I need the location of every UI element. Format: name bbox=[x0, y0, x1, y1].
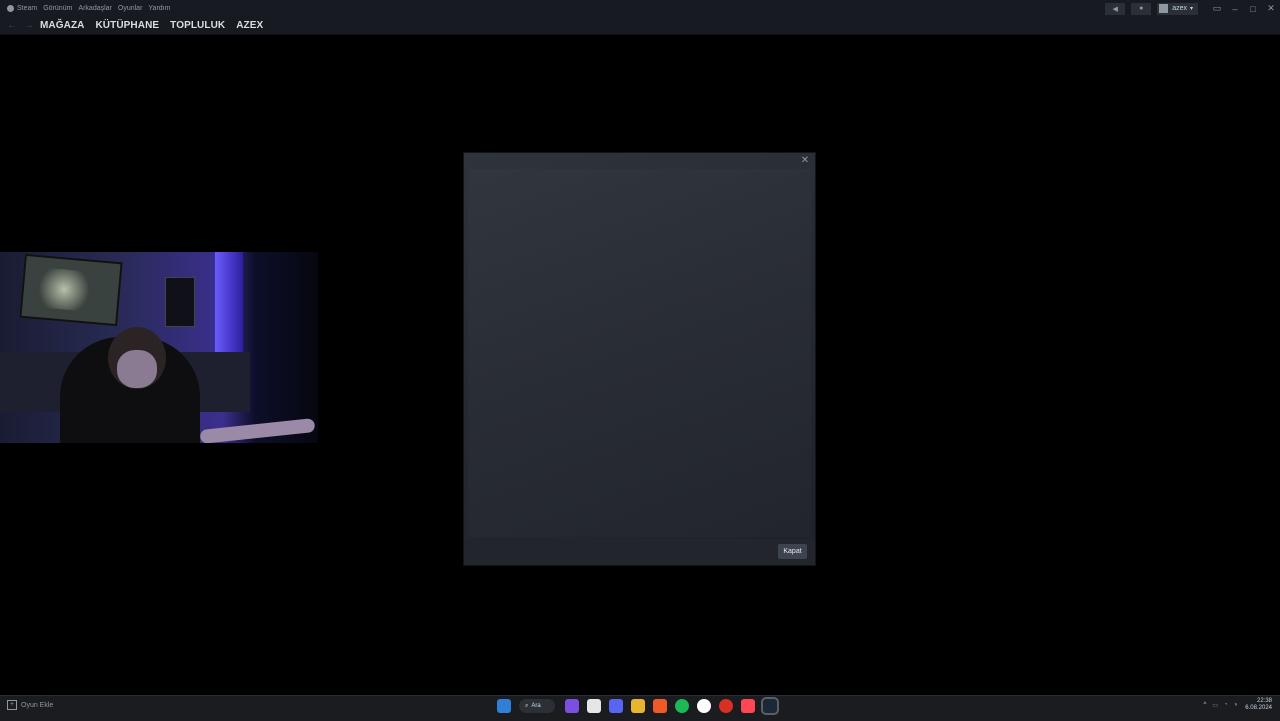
twitch-icon[interactable] bbox=[565, 699, 579, 713]
webcam-tv bbox=[19, 253, 123, 327]
maximize-icon[interactable]: □ bbox=[1244, 4, 1262, 14]
file-explorer-icon[interactable] bbox=[631, 699, 645, 713]
plus-icon: + bbox=[7, 700, 17, 710]
discord-icon[interactable] bbox=[609, 699, 623, 713]
chevron-up-icon[interactable]: ^ bbox=[1204, 702, 1207, 708]
announcements-button[interactable]: ◀ bbox=[1105, 2, 1126, 15]
search-label: Ara bbox=[531, 703, 541, 709]
steam-icon[interactable] bbox=[761, 697, 779, 715]
taskbar: ⌕ Ara bbox=[497, 697, 785, 715]
close-icon[interactable]: ✕ bbox=[799, 155, 811, 167]
arrow-left-icon[interactable]: ← bbox=[7, 20, 17, 31]
valorant-icon[interactable] bbox=[741, 699, 755, 713]
big-picture-icon[interactable]: ▭ bbox=[1208, 3, 1226, 14]
clock-time: 22:38 bbox=[1256, 698, 1272, 704]
menu-view[interactable]: Görünüm bbox=[43, 5, 72, 12]
megaphone-icon: ◀ bbox=[1112, 5, 1118, 13]
tab-community[interactable]: TOPLULUK bbox=[170, 20, 225, 31]
brave-icon[interactable] bbox=[653, 699, 667, 713]
steam-menu[interactable]: Steam bbox=[7, 5, 37, 12]
webcam-arm bbox=[199, 418, 316, 443]
dialog-content bbox=[468, 169, 811, 537]
menubar-right: ◀ ● azex ▾ ▭ – □ ✕ bbox=[1105, 0, 1280, 17]
add-game-label: Oyun Ekle bbox=[21, 701, 54, 709]
bell-icon: ● bbox=[1139, 5, 1144, 12]
bottom-bar: + Oyun Ekle ⌕ Ara ^ ▭ ◔ ◑ 22:38 6.08.202… bbox=[0, 695, 1280, 721]
close-icon[interactable]: ✕ bbox=[1262, 3, 1280, 14]
wifi-icon[interactable]: ◔ bbox=[1224, 702, 1228, 708]
clock[interactable]: 22:38 6.08.2024 bbox=[1245, 698, 1272, 712]
user-menu-button[interactable]: azex ▾ bbox=[1157, 2, 1198, 15]
system-tray: ^ ▭ ◔ ◑ 22:38 6.08.2024 bbox=[1204, 698, 1272, 712]
menu-help[interactable]: Yardım bbox=[148, 5, 170, 12]
dialog-footer: Kapat bbox=[464, 539, 815, 565]
obs-icon[interactable] bbox=[587, 699, 601, 713]
obs-studio-icon[interactable] bbox=[697, 699, 711, 713]
display-icon[interactable]: ▭ bbox=[1212, 702, 1218, 709]
search-input[interactable]: ⌕ Ara bbox=[519, 699, 555, 713]
search-icon: ⌕ bbox=[525, 702, 529, 709]
minimize-icon[interactable]: – bbox=[1226, 4, 1244, 14]
add-game-button[interactable]: + Oyun Ekle bbox=[7, 700, 53, 710]
tab-library[interactable]: KÜTÜPHANE bbox=[95, 20, 159, 31]
volume-icon[interactable]: ◑ bbox=[1234, 702, 1238, 708]
close-button[interactable]: Kapat bbox=[778, 544, 807, 559]
dialog: ✕ Kapat bbox=[463, 152, 816, 566]
chevron-down-icon: ▾ bbox=[1189, 6, 1193, 12]
chrome-icon[interactable] bbox=[719, 699, 733, 713]
tab-store[interactable]: MAĞAZA bbox=[40, 20, 84, 31]
menu-steam: Steam bbox=[17, 5, 38, 12]
steam-menubar: Steam Görünüm Arkadaşlar Oyunlar Yardım … bbox=[0, 0, 1280, 17]
webcam-overlay bbox=[0, 252, 318, 443]
webcam-poster bbox=[165, 277, 195, 327]
username-label: azex bbox=[1172, 5, 1187, 12]
steam-logo-icon bbox=[7, 5, 14, 12]
notifications-button[interactable]: ● bbox=[1131, 2, 1152, 15]
webcam-face bbox=[117, 350, 157, 388]
tab-profile[interactable]: AZEX bbox=[236, 20, 263, 31]
arrow-right-icon[interactable]: → bbox=[24, 20, 34, 31]
menu-friends[interactable]: Arkadaşlar bbox=[78, 5, 111, 12]
steam-navbar: ← → MAĞAZA KÜTÜPHANE TOPLULUK AZEX bbox=[0, 17, 1280, 35]
avatar bbox=[1159, 4, 1169, 13]
clock-date: 6.08.2024 bbox=[1245, 705, 1272, 711]
windows-start-icon[interactable] bbox=[497, 699, 511, 713]
spotify-icon[interactable] bbox=[675, 699, 689, 713]
menu-games[interactable]: Oyunlar bbox=[118, 5, 143, 12]
